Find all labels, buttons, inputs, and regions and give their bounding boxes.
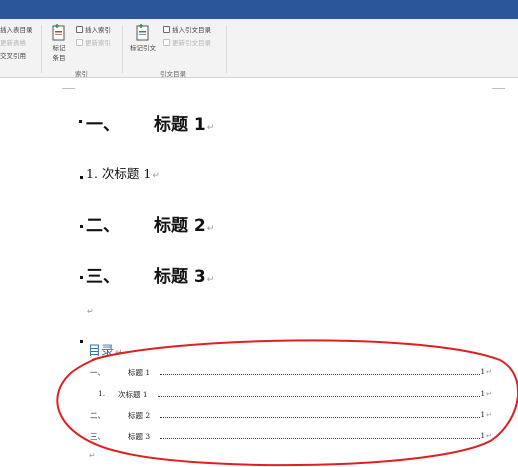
toc-entry-page: 1↵: [480, 389, 492, 398]
mark-entry-icon: [52, 24, 65, 41]
update-index-button[interactable]: 更新索引: [76, 37, 111, 47]
mark-citation-icon: [136, 24, 149, 41]
mark-entry-button[interactable]: 标记 条目: [48, 23, 70, 62]
empty-paragraph-mark: ↵: [87, 307, 94, 316]
paragraph-mark: ↵: [486, 390, 492, 398]
subheading-bullet: [80, 176, 83, 179]
update-table-button[interactable]: 更新表格: [0, 37, 26, 47]
subheading-text: 次标题 1: [101, 166, 152, 181]
window-title-bar: [0, 0, 518, 19]
toc-entry-number: 1.: [98, 389, 106, 398]
update-index-icon: [76, 39, 83, 46]
paragraph-mark: ↵: [115, 348, 123, 358]
toc-entry-page: 1↵: [480, 367, 492, 376]
ribbon-separator: [122, 25, 123, 73]
insert-table-of-figures-label: 插入表目录: [0, 26, 33, 34]
insert-index-button[interactable]: 插入索引: [76, 24, 111, 34]
toc-entry-text: 次标题 1: [118, 390, 148, 399]
ribbon-separator: [41, 25, 42, 73]
paragraph-mark: ↵: [486, 411, 492, 419]
heading-bullet: [79, 120, 82, 123]
heading-2[interactable]: 二、 标题 2↵: [86, 211, 214, 236]
heading-1[interactable]: 一、 标题 1↵: [86, 110, 214, 135]
toc-entry-number: 一、: [90, 368, 105, 377]
toc-page-number: 1: [480, 410, 486, 419]
mark-citation-label: 标记引文: [130, 44, 156, 52]
paragraph-mark: ↵: [206, 224, 215, 234]
update-table-of-authorities-icon: [163, 39, 170, 46]
insert-table-of-authorities-icon: [163, 26, 170, 33]
toc-title[interactable]: 目录↵: [88, 340, 123, 359]
heading-number: 一、: [86, 115, 120, 135]
cross-reference-label: 交叉引用: [0, 52, 26, 60]
toc-title-text: 目录: [88, 344, 115, 359]
heading-text: 标题 3: [154, 267, 206, 287]
toc-page-number: 1: [480, 389, 486, 398]
toc-leader-dots: [160, 417, 480, 418]
heading-text: 标题 1: [154, 115, 206, 135]
toc-entry-number: 二、: [90, 411, 105, 420]
paragraph-mark: ↵: [152, 171, 160, 181]
insert-index-icon: [76, 26, 83, 33]
heading-3[interactable]: 三、 标题 3↵: [86, 262, 214, 287]
index-group-label: 索引: [75, 70, 88, 78]
insert-table-of-authorities-button[interactable]: 插入引文目录: [163, 24, 211, 34]
toc-entry-number: 三、: [90, 432, 105, 441]
paragraph-mark: ↵: [206, 275, 215, 285]
mark-entry-label-line2: 条目: [52, 54, 66, 62]
toc-page-number: 1: [480, 431, 486, 440]
update-table-label: 更新表格: [0, 39, 26, 47]
mark-citation-button[interactable]: 标记引文: [128, 23, 158, 52]
toc-title-bullet: [80, 340, 83, 343]
references-ribbon: 插入表目录 更新表格 交叉引用 标记 条目 插入索引 更新索引 索引 标记引文: [0, 19, 518, 78]
toc-leader-dots: [160, 438, 480, 439]
toc-entry-text: 标题 1: [128, 368, 151, 377]
paragraph-mark: ↵: [486, 432, 492, 440]
insert-index-label: 插入索引: [85, 26, 111, 34]
toc-entry[interactable]: 二、 标题 2 1↵: [86, 410, 498, 420]
ribbon-separator: [226, 25, 227, 73]
toc-entry[interactable]: 1. 次标题 1 1↵: [86, 389, 498, 399]
heading-bullet: [80, 225, 83, 228]
heading-bullet: [80, 276, 83, 279]
cross-reference-button[interactable]: 交叉引用: [0, 50, 26, 60]
heading-text: 标题 2: [154, 216, 206, 236]
paragraph-mark: ↵: [206, 123, 215, 133]
toc-entry[interactable]: 一、 标题 1 1↵: [86, 367, 498, 377]
toc-entry-page: 1↵: [480, 410, 492, 419]
page-margin-corner-mark: [62, 88, 75, 89]
toc-entry-page: 1↵: [480, 431, 492, 440]
document-page[interactable]: [0, 79, 518, 467]
toc-entry[interactable]: 三、 标题 3 1↵: [86, 431, 498, 441]
heading-number: 二、: [86, 216, 120, 236]
paragraph-mark: ↵: [486, 368, 492, 376]
citations-group-label: 引文目录: [160, 70, 186, 78]
mark-entry-label-line1: 标记: [52, 44, 66, 52]
insert-table-of-authorities-label: 插入引文目录: [172, 26, 211, 34]
update-table-of-authorities-button[interactable]: 更新引文目录: [163, 37, 211, 47]
subheading-number: 1.: [86, 166, 98, 181]
empty-paragraph-mark: ↵: [89, 451, 96, 460]
toc-entry-text: 标题 2: [128, 411, 151, 420]
update-index-label: 更新索引: [85, 39, 111, 47]
heading-number: 三、: [86, 267, 120, 287]
toc-page-number: 1: [480, 367, 486, 376]
page-margin-corner-mark: [492, 88, 505, 89]
toc-entry-text: 标题 3: [128, 432, 151, 441]
toc-leader-dots: [158, 396, 480, 397]
toc-leader-dots: [160, 374, 480, 375]
subheading-1[interactable]: 1. 次标题 1↵: [86, 163, 160, 182]
update-table-of-authorities-label: 更新引文目录: [172, 39, 211, 47]
insert-table-of-figures-button[interactable]: 插入表目录: [0, 24, 33, 34]
